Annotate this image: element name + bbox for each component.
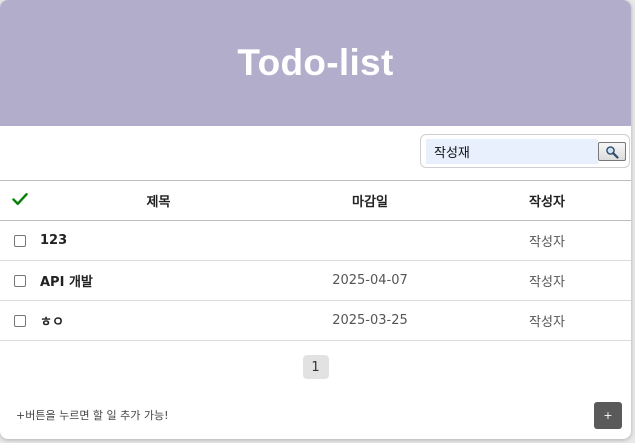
green-checkmark-icon (12, 192, 28, 205)
todo-author: 작성자 (463, 300, 631, 341)
page-title: Todo-list (237, 42, 394, 83)
check-all-header[interactable] (0, 181, 40, 221)
search-row (0, 126, 631, 181)
page-button-current[interactable]: 1 (302, 355, 329, 379)
search-input[interactable] (426, 139, 598, 164)
table-row[interactable]: ㅎㅇ 2025-03-25 작성자 (0, 300, 631, 341)
table-row[interactable]: API 개발 2025-04-07 작성자 (0, 260, 631, 301)
todo-table: 제목 마감일 작성자 123 작성자 API 개발 2025-04-07 작성자… (0, 181, 631, 341)
magnifier-icon (606, 145, 619, 159)
search-button[interactable] (598, 142, 626, 161)
column-header-author: 작성자 (463, 181, 631, 221)
header-banner: Todo-list (0, 0, 631, 126)
table-row[interactable]: 123 작성자 (0, 220, 631, 261)
todo-due-date (277, 220, 463, 261)
todo-due-date: 2025-04-07 (277, 260, 463, 301)
todo-checkbox[interactable] (14, 274, 26, 287)
todo-title: ㅎㅇ (40, 300, 277, 341)
todo-due-date: 2025-03-25 (277, 300, 463, 341)
todo-card: Todo-list 제목 마감일 (0, 0, 631, 439)
pagination: 1 (0, 341, 631, 393)
todo-title: 123 (40, 220, 277, 261)
todo-checkbox[interactable] (14, 234, 26, 247)
todo-checkbox[interactable] (14, 314, 26, 327)
table-header-row: 제목 마감일 작성자 (0, 181, 631, 221)
search-box (420, 134, 630, 168)
add-todo-button[interactable]: + (594, 402, 622, 429)
todo-author: 작성자 (463, 260, 631, 301)
column-header-due: 마감일 (277, 181, 463, 221)
todo-title: API 개발 (40, 260, 277, 301)
todo-author: 작성자 (463, 220, 631, 261)
column-header-title: 제목 (40, 181, 277, 221)
add-hint-text: +버튼을 누르면 할 일 추가 가능! (16, 409, 169, 422)
